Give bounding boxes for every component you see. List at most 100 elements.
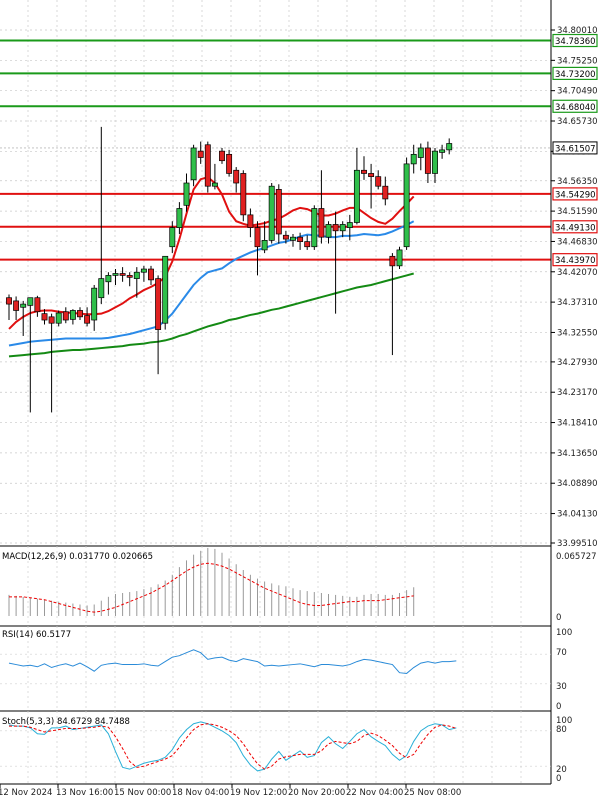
- candle-up: [339, 224, 346, 232]
- candle-up: [290, 236, 296, 241]
- price-tick-label: 34.70490: [557, 87, 598, 97]
- candle-down: [126, 275, 133, 278]
- candle-down: [240, 173, 247, 216]
- candle-up: [410, 153, 417, 165]
- level-tag-r2: 34.73200: [555, 70, 596, 80]
- candle-down: [13, 300, 20, 311]
- stoch-k-line: [8, 721, 457, 772]
- candle-down: [204, 144, 211, 187]
- candle-up: [91, 287, 98, 321]
- candle-down: [148, 268, 154, 281]
- candle-down: [275, 189, 282, 235]
- price-tick-label: 34.46830: [557, 237, 598, 247]
- price-tick-label: 34.75250: [557, 56, 598, 66]
- price-tick-label: 34.42070: [557, 268, 598, 278]
- level-tag-s3: 34.43970: [555, 256, 596, 266]
- macd-tick-zero: 0: [556, 613, 561, 623]
- stoch-tick-80: 80: [556, 725, 567, 735]
- candle-down: [375, 176, 382, 187]
- main-pane: [0, 0, 551, 546]
- candle-up: [162, 255, 169, 324]
- level-tag-r1: 34.78360: [555, 37, 596, 47]
- candle-down: [155, 278, 162, 330]
- candle-down: [77, 310, 83, 318]
- candle-down: [318, 208, 325, 238]
- candle-down: [247, 214, 254, 228]
- rsi-tick-0: 0: [556, 702, 561, 712]
- price-tick-label: 34.27930: [557, 358, 598, 368]
- candle-down: [382, 185, 389, 200]
- time-label: 25 Nov 08:00: [404, 788, 461, 798]
- price-tick-label: 34.32550: [557, 328, 598, 338]
- macd-tick-top: 0.065727: [556, 552, 597, 562]
- rsi-tick-100: 100: [556, 628, 572, 638]
- price-tick-label: 34.18410: [557, 419, 598, 429]
- candle-up: [211, 182, 218, 187]
- price-tick-label: 34.65730: [557, 117, 598, 127]
- macd-signal-line: [9, 562, 414, 613]
- candlestick-chart: 34.8001034.7525034.7049034.6573034.60970…: [0, 0, 598, 798]
- candle-down: [297, 236, 304, 242]
- candle-down: [119, 273, 126, 276]
- candle-up: [353, 169, 360, 223]
- candle-up: [55, 312, 62, 324]
- rsi-tick-30: 30: [556, 682, 567, 692]
- candle-down: [219, 150, 225, 162]
- candle-down: [6, 297, 12, 305]
- candle-up: [105, 275, 112, 283]
- candle-down: [282, 234, 289, 240]
- time-label: 12 Nov 2024: [0, 788, 52, 798]
- price-tick-label: 34.04130: [557, 510, 598, 520]
- price-tick-label: 34.51590: [557, 207, 598, 217]
- price-tick-label: 34.23170: [557, 388, 598, 398]
- candle-down: [368, 173, 375, 177]
- candle-down: [389, 255, 396, 267]
- candle-up: [190, 147, 197, 181]
- candle-up: [27, 297, 34, 306]
- candle-up: [325, 224, 332, 238]
- stoch-label: Stoch(5,3,3) 84.6729 84.7488: [2, 717, 130, 727]
- candle-up: [417, 147, 424, 158]
- candle-up: [176, 208, 183, 228]
- candle-down: [304, 241, 311, 248]
- time-label: 13 Nov 16:00: [56, 788, 113, 798]
- candle-down: [226, 153, 233, 174]
- candle-up: [439, 149, 446, 153]
- price-tick-label: 34.13650: [557, 449, 598, 459]
- candle-up: [69, 310, 76, 320]
- level-tags: 34.78360 34.73200 34.68040 34.54290 34.49130…: [552, 33, 598, 267]
- price-tick-label: 34.08890: [557, 479, 598, 489]
- candle-down: [62, 311, 69, 321]
- stoch-tick-0: 0: [556, 774, 561, 784]
- candle-up: [446, 143, 453, 151]
- rsi-label: RSI(14) 60.5177: [2, 630, 71, 640]
- candle-up: [432, 150, 438, 174]
- price-tick-label: 34.37310: [557, 298, 598, 308]
- macd-label: MACD(12,26,9) 0.031770 0.020665: [2, 552, 153, 562]
- time-label: 22 Nov 04:00: [346, 788, 403, 798]
- candle-up: [140, 268, 147, 273]
- candle-up: [183, 182, 190, 206]
- candle-down: [48, 316, 55, 324]
- candle-up: [112, 273, 119, 276]
- level-tag-s1: 34.54290: [555, 190, 596, 200]
- candle-down: [41, 313, 48, 321]
- candle-up: [311, 208, 318, 248]
- rsi-tick-70: 70: [556, 648, 567, 658]
- main-pane-background: [0, 0, 551, 546]
- price-tick-label: 34.56350: [557, 177, 598, 187]
- rsi-grid: [0, 626, 551, 711]
- candle-down: [197, 150, 204, 158]
- candle-up: [133, 271, 140, 279]
- time-label: 18 Nov 04:00: [172, 788, 229, 798]
- time-label: 19 Nov 12:00: [230, 788, 287, 798]
- candle-up: [396, 249, 403, 267]
- level-tag-r3: 34.68040: [555, 103, 596, 113]
- time-label: 15 Nov 00:00: [114, 788, 171, 798]
- candle-up: [169, 227, 176, 248]
- candle-up: [20, 303, 27, 308]
- time-axis-labels: 12 Nov 2024 13 Nov 16:00 15 Nov 00:00 18 No…: [0, 784, 461, 798]
- candle-up: [261, 240, 268, 251]
- candle-down: [254, 227, 261, 248]
- candle-up: [346, 222, 353, 228]
